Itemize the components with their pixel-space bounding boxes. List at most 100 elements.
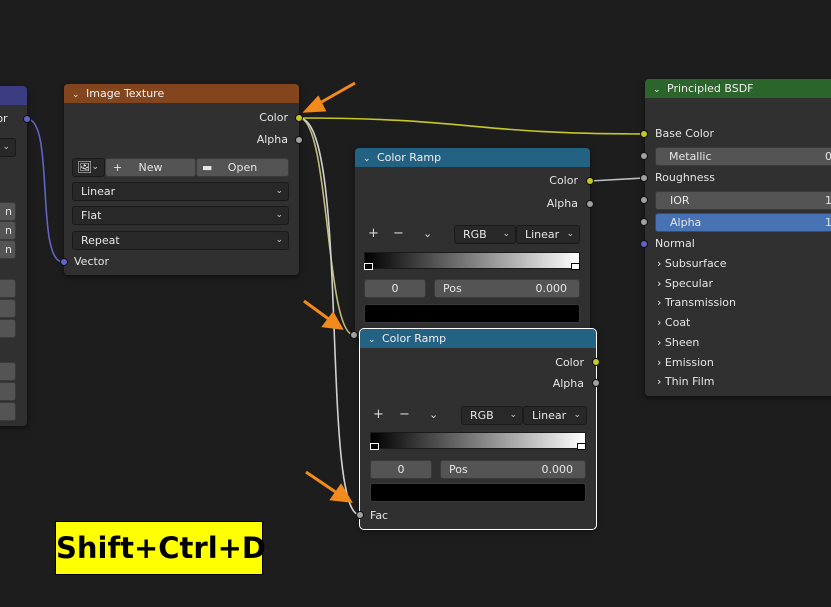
interpolation-dropdown[interactable]: Linear ⌄ bbox=[72, 182, 289, 201]
color-ramp-1-fac-socket[interactable] bbox=[350, 331, 358, 339]
color-ramp-2-gradient[interactable] bbox=[370, 432, 586, 449]
ramp-interpolation-dropdown[interactable]: Linear ⌄ bbox=[523, 406, 587, 425]
left-field-7[interactable] bbox=[0, 362, 16, 381]
color-ramp-1-alpha-socket[interactable] bbox=[586, 200, 594, 208]
stop-index-field[interactable]: 0 bbox=[364, 279, 426, 298]
roughness-socket[interactable] bbox=[640, 174, 648, 182]
ior-label: IOR bbox=[670, 194, 690, 207]
color-ramp-node-1[interactable]: ⌄ Color Ramp Color Alpha + − ⌄ RGB ⌄ Linea… bbox=[355, 148, 590, 338]
add-stop-button[interactable]: + bbox=[368, 226, 379, 242]
extension-dropdown[interactable]: Repeat ⌄ bbox=[72, 231, 289, 250]
pos-value: 0.000 bbox=[535, 282, 568, 295]
collapse-chevron-icon[interactable]: ⌄ bbox=[363, 150, 377, 167]
left-vector-output-socket[interactable] bbox=[23, 115, 31, 123]
stop-position-field[interactable]: Pos 0.000 bbox=[434, 279, 580, 298]
link-color-to-basecolor bbox=[298, 117, 645, 135]
stop-position-field[interactable]: Pos 0.000 bbox=[440, 460, 586, 479]
color-mode-dropdown[interactable]: RGB ⌄ bbox=[454, 225, 516, 244]
color-ramp-node-2[interactable]: ⌄ Color Ramp Color Alpha + − ⌄ RGB ⌄ Linea… bbox=[359, 328, 597, 530]
plus-icon: + bbox=[113, 161, 123, 174]
add-stop-button[interactable]: + bbox=[373, 407, 384, 423]
image-texture-color-label: Color bbox=[259, 111, 288, 124]
open-label: Open bbox=[227, 161, 258, 174]
stop-index-field[interactable]: 0 bbox=[370, 460, 432, 479]
base-color-label: Base Color bbox=[655, 127, 715, 140]
color-ramp-2-fac-socket[interactable] bbox=[356, 511, 364, 519]
panel-label: Emission bbox=[664, 356, 714, 369]
color-mode-dropdown[interactable]: RGB ⌄ bbox=[461, 406, 523, 425]
normal-socket[interactable] bbox=[640, 240, 648, 248]
left-field-8[interactable] bbox=[0, 382, 16, 401]
image-browse-button[interactable]: 🖼 ⌄ bbox=[72, 158, 105, 177]
left-field-5[interactable] bbox=[0, 299, 16, 318]
left-field-9[interactable] bbox=[0, 402, 16, 421]
projection-dropdown[interactable]: Flat ⌄ bbox=[72, 206, 289, 225]
chevron-down-icon: ⌄ bbox=[509, 410, 517, 420]
left-dropdown[interactable]: ⌄ bbox=[0, 138, 16, 157]
color-stop-black[interactable] bbox=[364, 263, 373, 270]
color-stop-black[interactable] bbox=[370, 443, 379, 450]
chevron-down-icon: ⌄ bbox=[2, 142, 10, 152]
collapse-chevron-icon[interactable]: ⌄ bbox=[72, 86, 86, 103]
principled-bsdf-node[interactable]: ⌄Principled BSDF Base Color Metallic 0 R… bbox=[645, 79, 831, 396]
panel-transmission[interactable]: › Transmission bbox=[657, 296, 736, 309]
vector-output-label: tor bbox=[0, 112, 8, 125]
image-texture-vector-socket[interactable] bbox=[60, 258, 68, 266]
color-ramp-2-header[interactable]: ⌄ Color Ramp bbox=[360, 329, 596, 348]
color-ramp-2-fac-label: Fac bbox=[370, 509, 389, 522]
left-field-4[interactable] bbox=[0, 279, 16, 298]
metallic-field[interactable]: Metallic 0 bbox=[655, 147, 831, 166]
panel-sheen[interactable]: › Sheen bbox=[657, 336, 699, 349]
new-image-button[interactable]: + New bbox=[105, 158, 196, 177]
color-ramp-1-color-socket[interactable] bbox=[586, 177, 594, 185]
remove-stop-button[interactable]: − bbox=[393, 226, 404, 242]
image-texture-alpha-socket[interactable] bbox=[295, 136, 303, 144]
ior-socket[interactable] bbox=[640, 196, 648, 204]
panel-subsurface[interactable]: › Subsurface bbox=[657, 257, 727, 270]
left-field-3[interactable]: n bbox=[0, 240, 16, 259]
base-color-socket[interactable] bbox=[640, 130, 648, 138]
remove-stop-button[interactable]: − bbox=[399, 407, 410, 423]
color-ramp-1-gradient[interactable] bbox=[364, 252, 580, 269]
left-node-header[interactable] bbox=[0, 86, 27, 105]
image-texture-node[interactable]: ⌄ Image Texture Color Alpha 🖼 ⌄ + New ▬ Open… bbox=[64, 84, 299, 275]
alpha-socket[interactable] bbox=[640, 218, 648, 226]
chevron-down-icon[interactable]: ⌄ bbox=[429, 407, 438, 423]
color-ramp-1-alpha-label: Alpha bbox=[546, 197, 578, 210]
panel-label: Transmission bbox=[664, 296, 736, 309]
color-stop-white[interactable] bbox=[571, 263, 580, 270]
chevron-down-icon: ⌄ bbox=[566, 229, 574, 239]
image-texture-header[interactable]: ⌄ Image Texture bbox=[64, 84, 299, 103]
principled-bsdf-header[interactable]: ⌄ Principled BSDF bbox=[645, 79, 831, 98]
ramp-interpolation-value: Linear bbox=[525, 228, 560, 241]
metallic-socket[interactable] bbox=[640, 152, 648, 160]
left-partial-node[interactable]: tor ⌄ n n n bbox=[0, 86, 27, 426]
panel-specular[interactable]: › Specular bbox=[657, 277, 713, 290]
chevron-right-icon: › bbox=[657, 257, 662, 270]
chevron-right-icon: › bbox=[657, 356, 662, 369]
image-texture-color-socket[interactable] bbox=[295, 114, 303, 122]
color-ramp-1-title: Color Ramp bbox=[377, 151, 442, 164]
panel-label: Sheen bbox=[664, 336, 700, 349]
color-ramp-2-color-socket[interactable] bbox=[592, 358, 600, 366]
collapse-chevron-icon[interactable]: ⌄ bbox=[368, 331, 382, 348]
alpha-label: Alpha bbox=[670, 216, 702, 229]
color-stop-white[interactable] bbox=[577, 443, 586, 450]
color-ramp-2-alpha-socket[interactable] bbox=[592, 379, 600, 387]
panel-thin-film[interactable]: › Thin Film bbox=[657, 375, 714, 388]
color-ramp-1-header[interactable]: ⌄ Color Ramp bbox=[355, 148, 590, 167]
ior-field[interactable]: IOR 1 bbox=[655, 191, 831, 210]
stop-color-swatch[interactable] bbox=[370, 483, 586, 502]
left-field-2[interactable]: n bbox=[0, 221, 16, 240]
ramp-interpolation-dropdown[interactable]: Linear ⌄ bbox=[516, 225, 580, 244]
alpha-value: 1 bbox=[825, 214, 831, 231]
stop-color-swatch[interactable] bbox=[364, 304, 580, 323]
panel-coat[interactable]: › Coat bbox=[657, 316, 690, 329]
left-field-6[interactable] bbox=[0, 319, 16, 338]
collapse-chevron-icon[interactable]: ⌄ bbox=[653, 81, 667, 98]
left-field-1[interactable]: n bbox=[0, 202, 16, 221]
chevron-down-icon[interactable]: ⌄ bbox=[423, 226, 432, 242]
panel-emission[interactable]: › Emission bbox=[657, 356, 714, 369]
alpha-field[interactable]: Alpha 1 bbox=[655, 213, 831, 232]
open-image-button[interactable]: ▬ Open bbox=[196, 158, 289, 177]
